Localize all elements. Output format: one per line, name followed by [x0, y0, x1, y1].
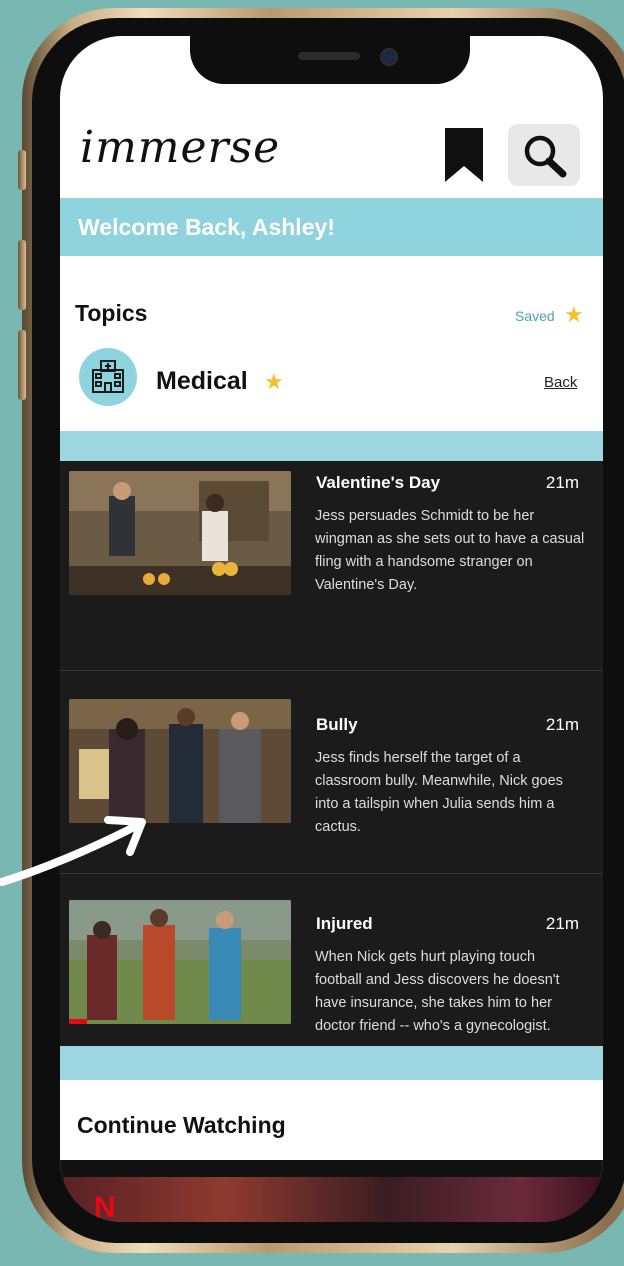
netflix-logo-icon: N: [94, 1191, 116, 1222]
episode-description: Jess persuades Schmidt to be her wingman…: [315, 508, 585, 593]
episode-item[interactable]: Valentine's Day 21m Jess persuades Schmi…: [60, 461, 603, 657]
search-icon: [524, 135, 567, 178]
episode-thumbnail[interactable]: [69, 471, 291, 595]
episode-title: Bully: [316, 715, 358, 734]
episode-item[interactable]: Injured 21m When Nick gets hurt playing …: [60, 873, 603, 1070]
hospital-icon: [92, 360, 124, 393]
episode-list: Valentine's Day 21m Jess persuades Schmi…: [60, 461, 603, 1046]
saved-link[interactable]: Saved: [515, 308, 555, 324]
episode-description: Jess finds herself the target of a class…: [315, 750, 563, 835]
episode-thumbnail[interactable]: [69, 900, 291, 1024]
saved-star-icon[interactable]: ★: [564, 302, 584, 328]
topics-heading: Topics: [75, 300, 148, 326]
front-camera-icon: [380, 48, 398, 66]
back-link[interactable]: Back: [544, 374, 577, 391]
app-logo: immerse: [80, 122, 281, 173]
app-screen: immerse Welcome Back, Ashley! Topics Sav…: [60, 36, 603, 1222]
section-band-bottom: [60, 1046, 603, 1080]
volume-down-button: [18, 330, 26, 400]
episode-thumbnail[interactable]: [69, 699, 291, 823]
speaker-grille: [298, 52, 360, 60]
episode-duration: 21m: [545, 473, 579, 492]
mute-switch: [18, 150, 26, 190]
episode-title: Injured: [316, 914, 373, 933]
episode-duration: 21m: [545, 715, 579, 734]
episode-duration: 21m: [545, 914, 579, 933]
continue-watching-heading: Continue Watching: [77, 1112, 286, 1138]
volume-up-button: [18, 240, 26, 310]
bookmark-icon[interactable]: [445, 128, 483, 182]
episode-description: When Nick gets hurt playing touch footba…: [315, 949, 560, 1034]
topic-star-icon[interactable]: ★: [264, 369, 284, 395]
continue-watching-row: N: [60, 1160, 603, 1222]
welcome-banner: Welcome Back, Ashley!: [60, 198, 603, 256]
episode-title: Valentine's Day: [316, 473, 441, 492]
section-band-top: [60, 431, 603, 461]
continue-watching-card[interactable]: N: [64, 1177, 603, 1222]
topic-avatar: [79, 348, 137, 406]
phone-notch: [190, 36, 470, 84]
search-button[interactable]: [508, 124, 580, 186]
pointer-arrow-icon: [0, 816, 146, 886]
topic-name: Medical: [156, 367, 248, 395]
